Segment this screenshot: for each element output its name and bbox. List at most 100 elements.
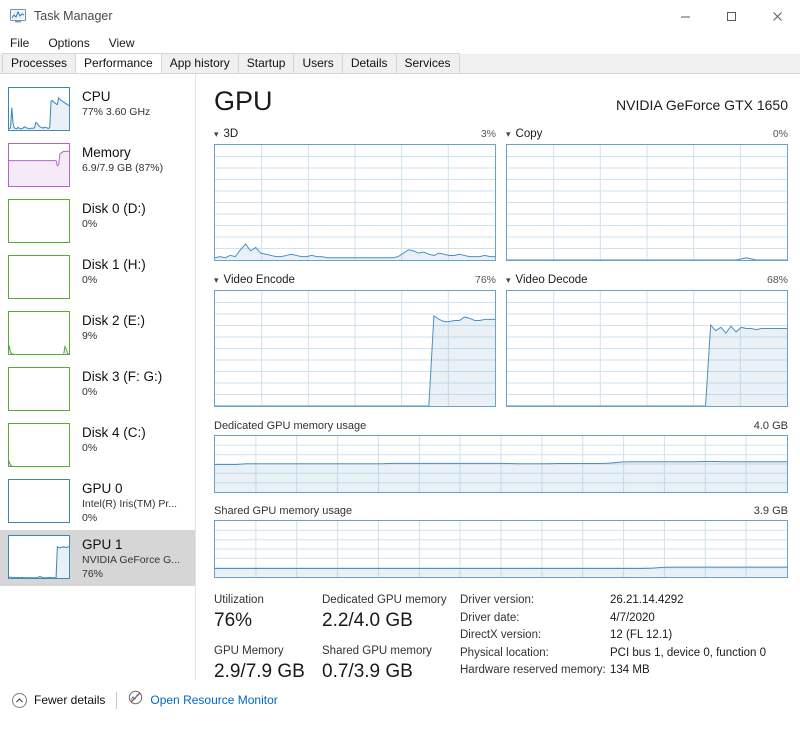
info-row: Driver date: 4/7/2020 bbox=[460, 610, 788, 628]
stat-value: 2.2/4.0 GB bbox=[322, 610, 413, 631]
chevron-down-icon[interactable]: ▾ bbox=[214, 129, 219, 139]
graph-copy[interactable] bbox=[506, 144, 788, 261]
stat-value: 0.7/3.9 GB bbox=[322, 661, 413, 680]
resource-monitor-label: Open Resource Monitor bbox=[150, 693, 278, 707]
info-value: 12 (FL 12.1) bbox=[610, 629, 673, 641]
engine-label-copy: Copy bbox=[515, 128, 543, 140]
resource-monitor-icon bbox=[128, 690, 143, 710]
engine-value-video-encode: 76% bbox=[474, 274, 496, 286]
sidebar-item-memory[interactable]: Memory 6.9/7.9 GB (87%) bbox=[0, 138, 195, 194]
window-controls bbox=[662, 0, 800, 32]
engine-value-copy: 0% bbox=[772, 128, 788, 140]
sidebar-item-label: GPU 1 bbox=[82, 537, 123, 552]
graph-dedicated-memory[interactable] bbox=[214, 435, 788, 493]
close-button[interactable] bbox=[754, 0, 800, 32]
sidebar-item-disk-3-f-g[interactable]: Disk 3 (F: G:) 0% bbox=[0, 362, 195, 418]
tab-details[interactable]: Details bbox=[341, 53, 397, 73]
engine-cell-copy: ▾ Copy 0% bbox=[506, 126, 788, 261]
menu-bar: File Options View bbox=[0, 32, 800, 54]
engine-value-3d: 3% bbox=[480, 128, 496, 140]
sidebar-item-gpu-1[interactable]: GPU 1 NVIDIA GeForce G... 76% bbox=[0, 530, 195, 586]
shared-memory-max: 3.9 GB bbox=[753, 504, 788, 517]
engine-cell-video-decode: ▾ Video Decode 68% bbox=[506, 272, 788, 407]
stat-value: 2.9/7.9 GB bbox=[214, 661, 305, 680]
sidebar-item-usage: 76% bbox=[82, 568, 104, 580]
sidebar-thumbnail bbox=[8, 423, 70, 467]
graph-3d[interactable] bbox=[214, 144, 496, 261]
info-key: Driver date: bbox=[460, 611, 520, 624]
sidebar-item-cpu[interactable]: CPU 77% 3.60 GHz bbox=[0, 82, 195, 138]
sidebar-item-disk-4-c[interactable]: Disk 4 (C:) 0% bbox=[0, 418, 195, 474]
chevron-up-circle-icon bbox=[12, 692, 27, 708]
sidebar-item-sublabel: 0% bbox=[82, 442, 98, 454]
info-row: DirectX version: 12 (FL 12.1) bbox=[460, 627, 788, 645]
info-value: PCI bus 1, device 0, function 0 bbox=[610, 646, 766, 659]
sidebar-item-label: Disk 0 (D:) bbox=[82, 201, 146, 216]
sidebar-item-disk-2-e[interactable]: Disk 2 (E:) 9% bbox=[0, 306, 195, 362]
sidebar-item-disk-1-h[interactable]: Disk 1 (H:) 0% bbox=[0, 250, 195, 306]
sidebar-item-sublabel: Intel(R) Iris(TM) Pr... bbox=[82, 498, 178, 510]
window-title: Task Manager bbox=[34, 9, 113, 23]
tab-app-history[interactable]: App history bbox=[160, 53, 239, 73]
graph-video-encode[interactable] bbox=[214, 290, 496, 407]
sidebar-item-label: Disk 4 (C:) bbox=[82, 425, 146, 440]
tab-services[interactable]: Services bbox=[395, 53, 460, 73]
stat-value: 76% bbox=[214, 610, 253, 631]
sidebar-item-sublabel: NVIDIA GeForce G... bbox=[82, 554, 181, 566]
graph-video-decode[interactable] bbox=[506, 290, 788, 407]
sidebar-item-sublabel: 6.9/7.9 GB (87%) bbox=[82, 162, 164, 174]
sidebar-thumbnail bbox=[8, 311, 70, 355]
page-title: GPU bbox=[214, 86, 273, 116]
sidebar-item-text: CPU 77% 3.60 GHz bbox=[82, 87, 150, 119]
sidebar-item-text: Disk 2 (E:) 9% bbox=[82, 311, 145, 343]
stats-area: Utilization 76% GPU Memory 2.9/7.9 GB De… bbox=[214, 592, 788, 680]
open-resource-monitor-link[interactable]: Open Resource Monitor bbox=[128, 690, 278, 710]
sidebar-thumbnail bbox=[8, 87, 70, 131]
chevron-down-icon[interactable]: ▾ bbox=[214, 275, 219, 285]
sidebar-item-sublabel: 0% bbox=[82, 274, 98, 286]
chevron-down-icon[interactable]: ▾ bbox=[506, 129, 511, 139]
chevron-down-icon[interactable]: ▾ bbox=[506, 275, 511, 285]
sidebar-item-gpu-0[interactable]: GPU 0 Intel(R) Iris(TM) Pr... 0% bbox=[0, 474, 195, 530]
tab-startup[interactable]: Startup bbox=[237, 53, 295, 73]
info-key: DirectX version: bbox=[460, 629, 542, 641]
sidebar-item-sublabel: 77% 3.60 GHz bbox=[82, 106, 151, 118]
minimize-button[interactable] bbox=[662, 0, 708, 32]
sidebar-item-label: Disk 1 (H:) bbox=[82, 257, 146, 272]
sidebar-item-text: Memory 6.9/7.9 GB (87%) bbox=[82, 143, 163, 175]
graph-shared-memory[interactable] bbox=[214, 520, 788, 578]
tab-processes[interactable]: Processes bbox=[2, 53, 77, 73]
dedicated-memory-label: Dedicated GPU memory usage bbox=[214, 419, 367, 432]
tab-users[interactable]: Users bbox=[293, 53, 343, 73]
title-bar: Task Manager bbox=[0, 0, 800, 32]
device-info-list: Driver version: 26.21.14.4292 Driver date:… bbox=[456, 592, 788, 680]
info-value: 134 MB bbox=[610, 664, 650, 676]
info-value: 26.21.14.4292 bbox=[610, 594, 684, 606]
engine-value-video-decode: 68% bbox=[766, 274, 788, 286]
info-key: Hardware reserved memory: bbox=[460, 664, 606, 676]
status-bar: Fewer details Open Resource Monitor bbox=[0, 680, 800, 720]
info-key: Driver version: bbox=[460, 594, 535, 606]
menu-file[interactable]: File bbox=[8, 34, 38, 52]
engine-cell-3d: ▾ 3D 3% bbox=[214, 126, 496, 261]
engine-label-video-encode: Video Encode bbox=[223, 274, 295, 286]
stat-column-1: Utilization 76% GPU Memory 2.9/7.9 GB bbox=[214, 592, 322, 680]
maximize-button[interactable] bbox=[708, 0, 754, 32]
fewer-details-button[interactable]: Fewer details bbox=[12, 692, 106, 708]
fewer-details-label: Fewer details bbox=[34, 693, 106, 707]
stat-shared-gpu-memory: Shared GPU memory 0.7/3.9 GB bbox=[322, 643, 456, 680]
stat-utilization: Utilization 76% bbox=[214, 592, 322, 633]
sidebar-item-usage: 0% bbox=[82, 512, 98, 524]
panel-header: GPU NVIDIA GeForce GTX 1650 bbox=[214, 86, 788, 116]
sidebar-item-label: Disk 2 (E:) bbox=[82, 313, 146, 328]
device-name: NVIDIA GeForce GTX 1650 bbox=[616, 97, 788, 113]
tab-performance[interactable]: Performance bbox=[75, 53, 162, 73]
engine-label-3d: 3D bbox=[223, 128, 239, 140]
sidebar-item-disk-0-d[interactable]: Disk 0 (D:) 0% bbox=[0, 194, 195, 250]
sidebar-item-text: Disk 1 (H:) 0% bbox=[82, 255, 146, 287]
menu-options[interactable]: Options bbox=[46, 34, 98, 52]
menu-view[interactable]: View bbox=[107, 34, 144, 52]
stat-column-2: Dedicated GPU memory 2.2/4.0 GB Shared G… bbox=[322, 592, 456, 680]
sidebar-item-text: Disk 4 (C:) 0% bbox=[82, 423, 146, 455]
sidebar-item-label: CPU bbox=[82, 89, 111, 104]
